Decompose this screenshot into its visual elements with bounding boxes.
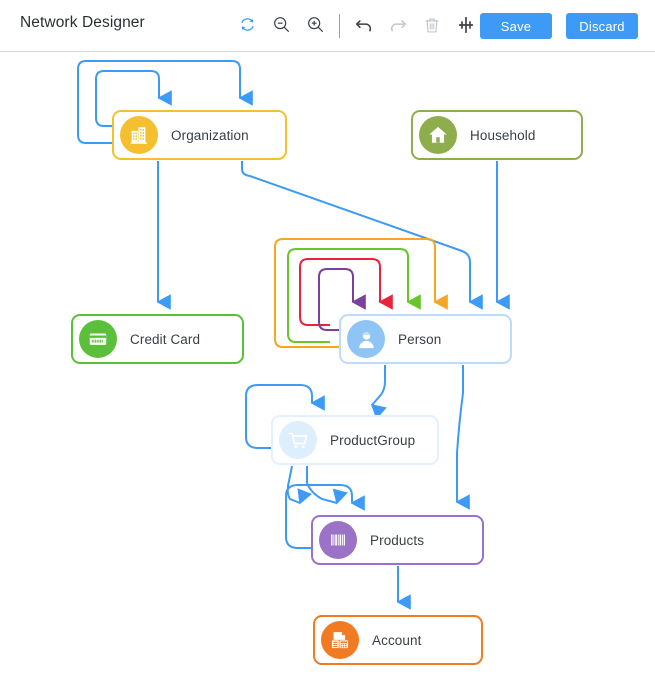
zoom-out-icon (272, 15, 291, 37)
delete-button[interactable] (417, 11, 447, 41)
redo-button[interactable] (383, 11, 413, 41)
edge-person-products[interactable] (455, 365, 470, 510)
node-product-group[interactable]: ProductGroup (271, 415, 439, 465)
undo-icon (354, 15, 374, 38)
node-label: Person (398, 331, 442, 347)
toolbar-tools (232, 11, 502, 41)
zoom-in-icon (306, 15, 325, 37)
cart-icon (279, 421, 317, 459)
barcode-icon (319, 521, 357, 559)
node-credit-card[interactable]: Credit Card (71, 314, 244, 364)
node-household[interactable]: Household (411, 110, 583, 160)
node-label: Credit Card (130, 331, 201, 347)
refresh-button[interactable] (232, 11, 262, 41)
node-products[interactable]: Products (311, 515, 484, 565)
refresh-icon (239, 16, 256, 36)
delete-icon (423, 16, 441, 37)
toolbar-actions: Save Discard (480, 13, 638, 39)
node-label: ProductGroup (330, 432, 416, 448)
node-person[interactable]: Person (339, 314, 512, 364)
fit-button[interactable] (451, 11, 481, 41)
zoom-in-button[interactable] (300, 11, 330, 41)
node-label: Household (470, 127, 536, 143)
network-designer-app: Network Designer Save Discard Organizati… (0, 0, 655, 680)
diagram-canvas[interactable]: Organization Household Credit Card Perso… (0, 53, 655, 680)
node-label: Organization (171, 127, 249, 143)
undo-button[interactable] (349, 11, 379, 41)
edge-person-product-group[interactable] (370, 365, 387, 420)
zoom-out-button[interactable] (266, 11, 296, 41)
person-icon (347, 320, 385, 358)
redo-icon (388, 15, 408, 38)
save-button[interactable]: Save (480, 13, 552, 39)
credit-card-icon (79, 320, 117, 358)
discard-button[interactable]: Discard (566, 13, 638, 39)
fit-icon (456, 15, 476, 38)
toolbar: Network Designer Save Discard (0, 0, 655, 52)
node-label: Account (372, 632, 422, 648)
node-account[interactable]: Account (313, 615, 483, 665)
building-icon (120, 116, 158, 154)
node-label: Products (370, 532, 425, 548)
toolbar-divider-1 (339, 14, 340, 38)
page-title: Network Designer (20, 14, 145, 31)
account-icon (321, 621, 359, 659)
house-icon (419, 116, 457, 154)
node-organization[interactable]: Organization (112, 110, 287, 160)
